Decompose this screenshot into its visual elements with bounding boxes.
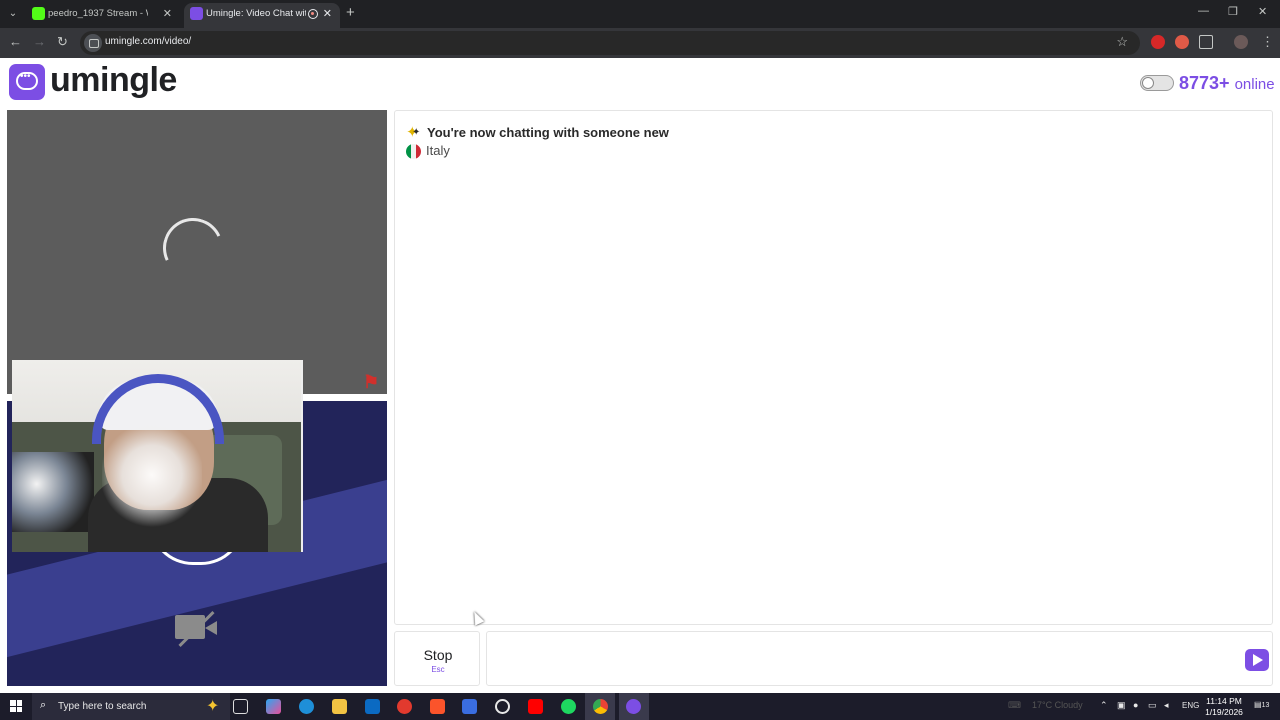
new-tab-icon[interactable]: + [346, 4, 355, 21]
tray-chevron-icon[interactable]: ⌃ [1100, 700, 1108, 711]
youtube-icon[interactable] [528, 699, 543, 714]
copilot-icon[interactable] [266, 699, 281, 714]
clock-date: 1/19/2026 [1205, 707, 1243, 717]
online-label: online [1234, 76, 1275, 93]
kick-icon [32, 7, 45, 20]
window-close-icon[interactable]: ✕ [1258, 5, 1267, 18]
taskbar-clock[interactable]: 11:14 PM 1/19/2026 [1194, 696, 1254, 718]
back-icon[interactable]: ← [9, 34, 22, 49]
clock-app-icon[interactable] [495, 699, 510, 714]
tab-search-icon[interactable]: ⌄ [4, 5, 22, 23]
notification-count: 13 [1261, 702, 1270, 709]
forward-icon[interactable]: → [33, 34, 46, 49]
tab-kick-stream[interactable]: peedro_1937 Stream - Watch Li ✕ [26, 3, 180, 28]
address-bar: ← → ↻ umingle.com/video/ ☆ ⋮ [0, 28, 1280, 58]
url-text[interactable]: umingle.com/video/ [105, 36, 191, 47]
microphone-icon[interactable]: ● [1133, 700, 1138, 710]
yandex-icon[interactable] [397, 699, 412, 714]
stop-button[interactable]: Stop Esc [394, 631, 480, 686]
notifications-icon[interactable]: ▤13 [1254, 700, 1269, 709]
system-message: You're now chatting with someone new [427, 125, 669, 140]
windows-start-icon[interactable] [10, 700, 22, 712]
file-explorer-icon[interactable] [332, 699, 347, 714]
browser-tab-bar: ⌄ peedro_1937 Stream - Watch Li ✕ Umingl… [0, 0, 1280, 28]
restore-icon[interactable]: ❐ [1228, 5, 1238, 18]
stranger-video: ⚑ [7, 110, 387, 394]
network-icon[interactable]: ▭ [1148, 700, 1157, 711]
camera-off-icon[interactable] [175, 609, 219, 648]
taskbar-search[interactable]: ⌕ Type here to search ✦ [32, 693, 230, 720]
reload-icon[interactable]: ↻ [57, 34, 68, 50]
extension-red-icon[interactable] [1151, 35, 1165, 49]
report-flag-icon[interactable]: ⚑ [363, 372, 379, 393]
stop-shortcut: Esc [431, 665, 445, 674]
task-view-icon[interactable] [233, 699, 248, 714]
brave-icon[interactable] [430, 699, 445, 714]
spotify-icon[interactable] [561, 699, 576, 714]
tab-umingle[interactable]: Umingle: Video Chat with St ✕ [184, 3, 340, 28]
camera-tray-icon[interactable]: ▣ [1117, 700, 1126, 711]
profile-avatar[interactable] [1234, 35, 1248, 49]
bookmark-star-icon[interactable]: ☆ [1116, 34, 1128, 50]
tab-title: Umingle: Video Chat with St [206, 8, 306, 19]
extension-record-icon[interactable] [1175, 35, 1189, 49]
logo-text[interactable]: umingle [50, 61, 177, 100]
tab-title: peedro_1937 Stream - Watch Li [48, 8, 148, 19]
close-icon[interactable]: ✕ [163, 3, 172, 25]
weather-text[interactable]: 17°C Cloudy [1032, 700, 1083, 710]
search-placeholder: Type here to search [58, 701, 147, 712]
extensions-puzzle-icon[interactable] [1199, 35, 1213, 49]
menu-kebab-icon[interactable]: ⋮ [1261, 34, 1274, 50]
chat-log: You're now chatting with someone new Ita… [394, 110, 1273, 625]
taskbar: ⌕ Type here to search ✦ ⌨ 17°C Cloudy ⌃ … [0, 693, 1280, 720]
send-icon[interactable] [1245, 649, 1269, 671]
minimize-icon[interactable]: — [1198, 5, 1209, 17]
search-icon: ⌕ [40, 699, 47, 711]
italy-flag-icon [406, 144, 421, 159]
message-composer [486, 631, 1273, 686]
online-count: 8773+ [1179, 73, 1230, 93]
chrome-icon[interactable] [593, 699, 608, 714]
umingle-taskbar-icon[interactable] [626, 699, 641, 714]
umingle-icon [190, 7, 203, 20]
stranger-country: Italy [426, 143, 450, 158]
theme-toggle[interactable] [1140, 75, 1174, 91]
bing-sparkle-icon[interactable]: ✦ [206, 696, 219, 716]
site-info-icon[interactable] [84, 34, 102, 52]
omnibox[interactable]: umingle.com/video/ ☆ [80, 31, 1140, 55]
outlook-icon[interactable] [365, 699, 380, 714]
recording-icon [308, 9, 318, 19]
close-icon[interactable]: ✕ [323, 3, 332, 25]
message-input[interactable] [495, 644, 1235, 674]
loading-spinner [154, 209, 232, 287]
stop-label: Stop [423, 647, 453, 663]
keyboard-icon[interactable]: ⌨ [1008, 700, 1021, 711]
webcam-preview [12, 360, 303, 552]
online-counter: 8773+ online [1179, 73, 1275, 94]
clock-time: 11:14 PM [1206, 696, 1242, 706]
sparkle-icon [406, 123, 422, 141]
umingle-logo-icon[interactable] [9, 64, 45, 100]
volume-icon[interactable]: ◂ [1164, 700, 1169, 711]
chart-app-icon[interactable] [462, 699, 477, 714]
edge-icon[interactable] [299, 699, 314, 714]
